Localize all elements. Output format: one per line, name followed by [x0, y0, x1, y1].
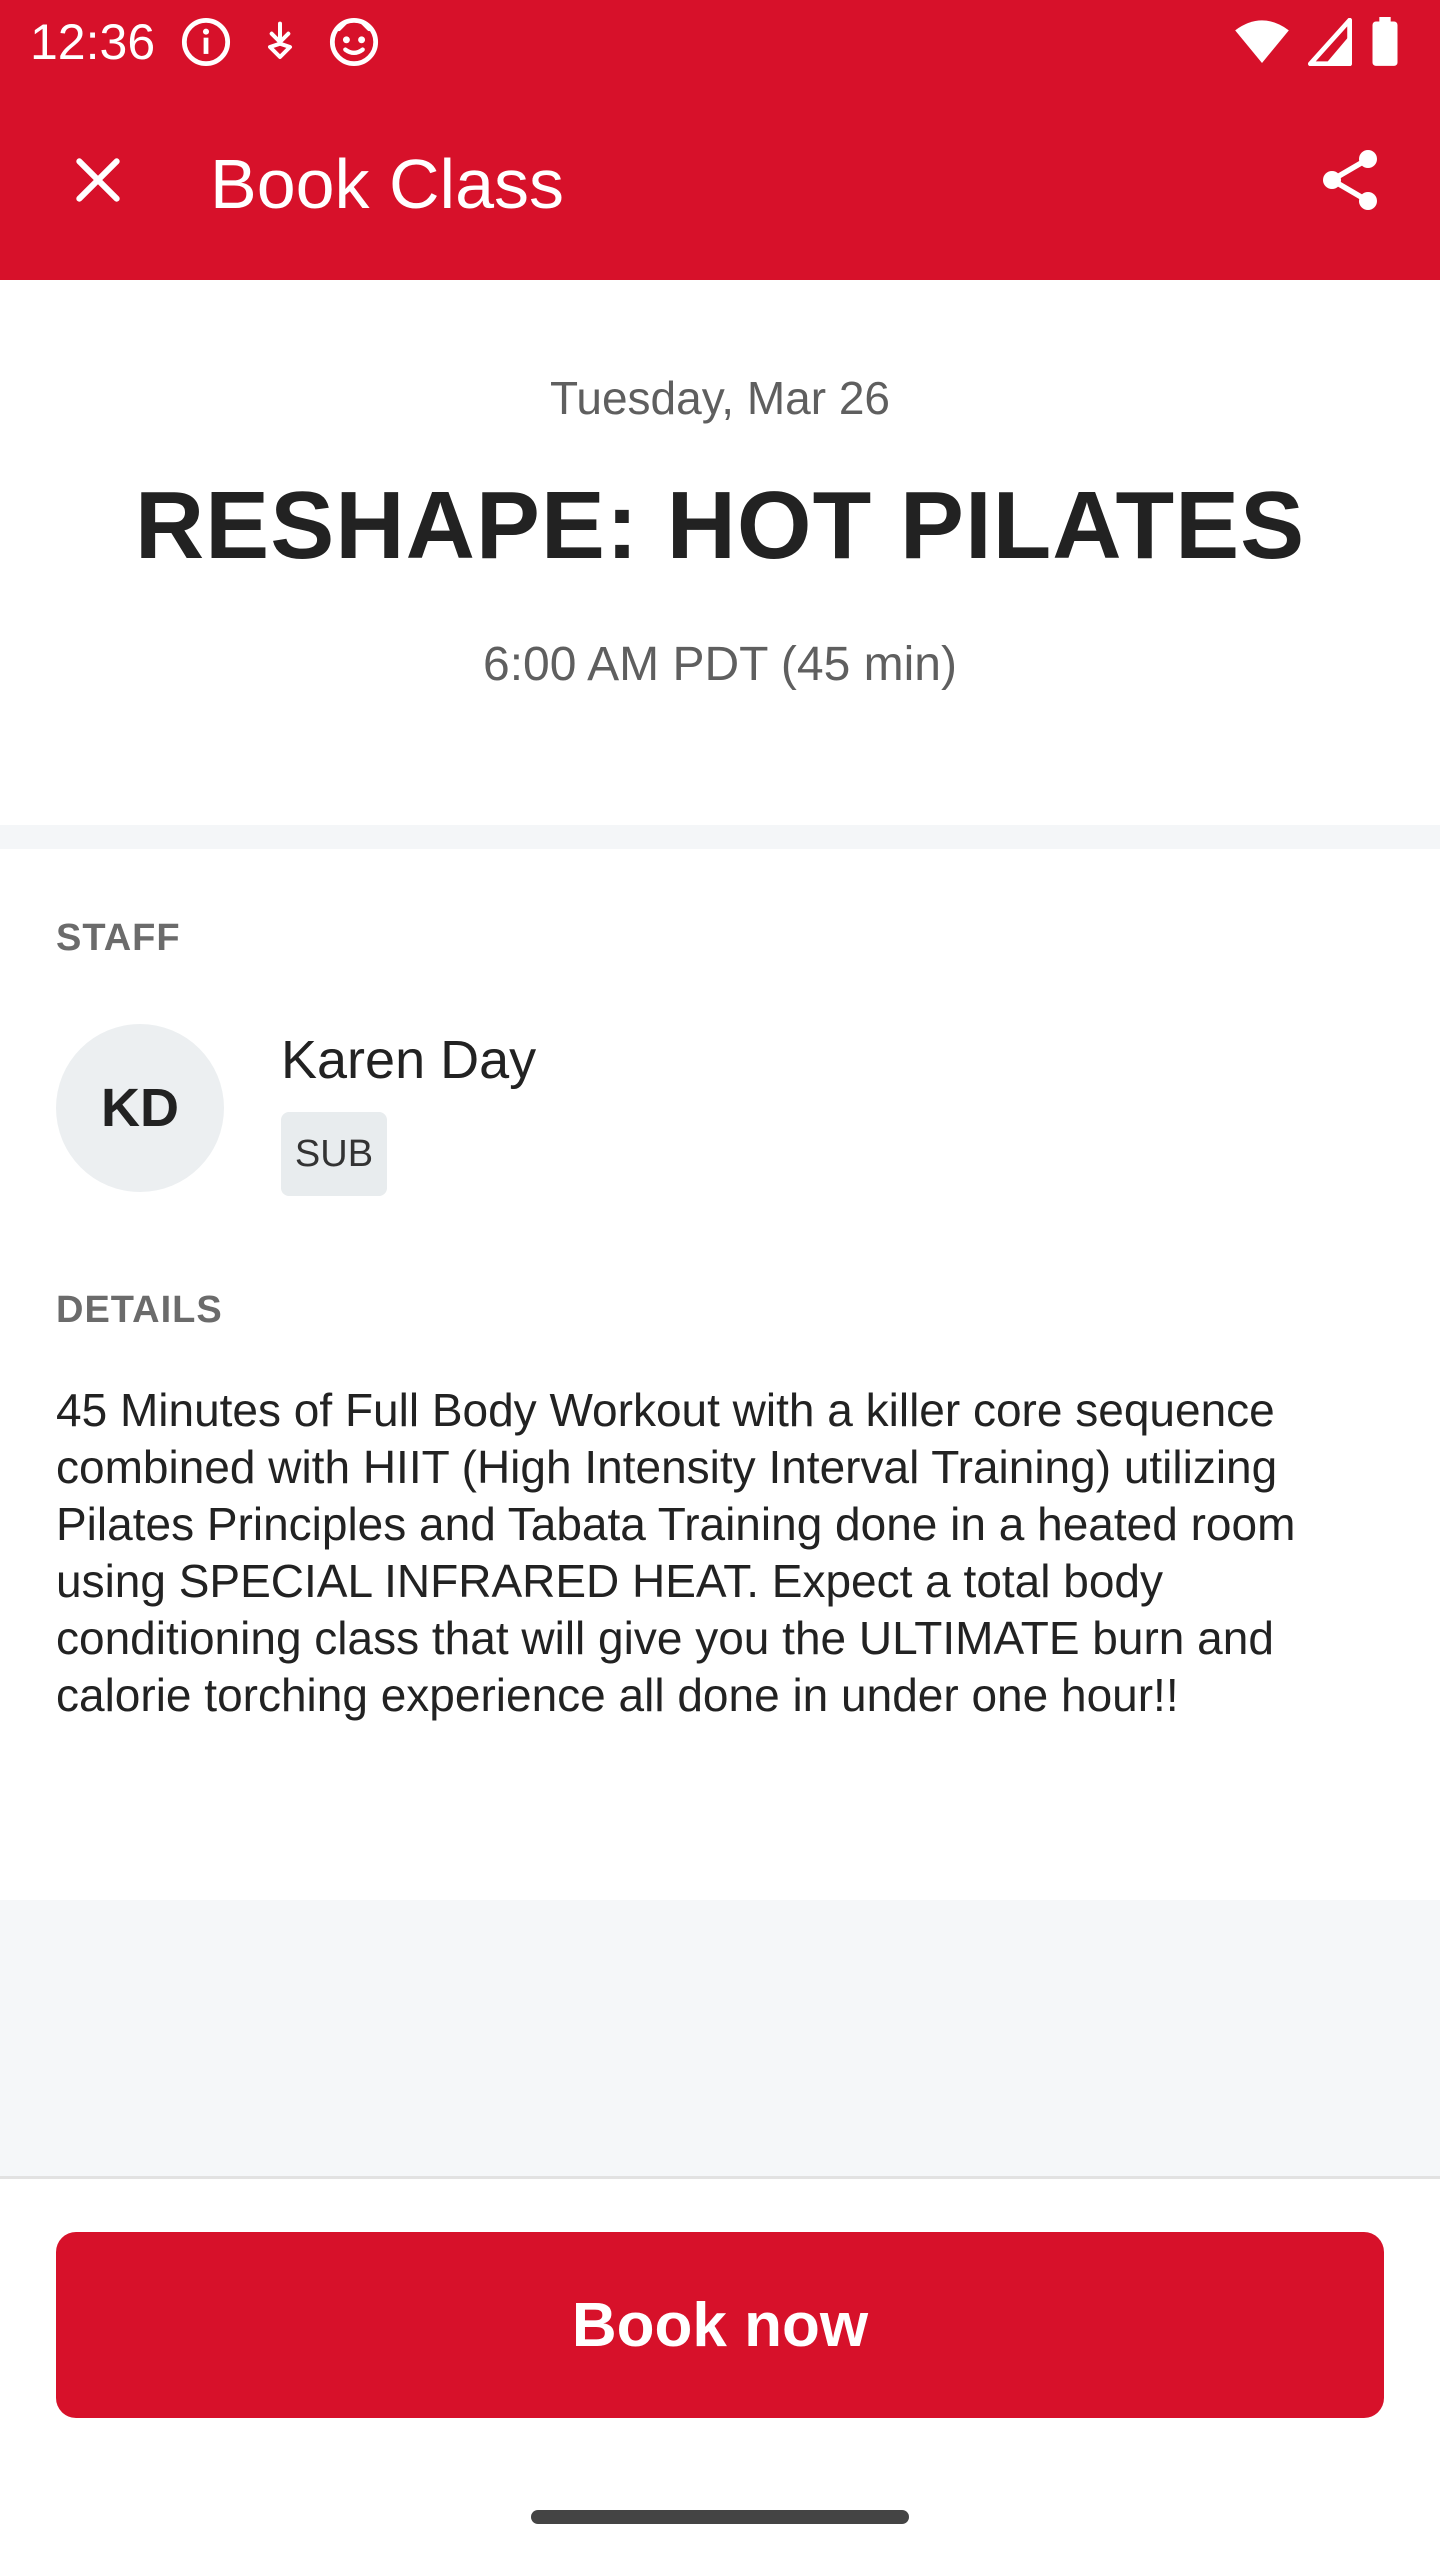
details-section-label: DETAILS [56, 1289, 223, 1331]
system-icons [1234, 16, 1400, 68]
page-title: Book Class [210, 145, 565, 223]
book-now-button[interactable]: Book now [56, 2232, 1384, 2418]
staff-card[interactable]: KD Karen Day SUB [56, 1022, 1356, 1196]
share-button[interactable] [1300, 132, 1400, 232]
footer-spacer [0, 1900, 1440, 2176]
wifi-icon [1234, 18, 1290, 66]
header: 12:36 Book Class [0, 0, 1440, 280]
status-bar: 12:36 [0, 0, 1440, 84]
avatar: KD [56, 1024, 224, 1192]
class-description: 45 Minutes of Full Body Workout with a k… [56, 1384, 1296, 1721]
face-notification-icon [328, 16, 380, 68]
sub-badge: SUB [281, 1112, 387, 1196]
notification-icons [180, 16, 380, 68]
class-title: RESHAPE: HOT PILATES [134, 472, 1306, 579]
class-time: 6:00 AM PDT (45 min) [483, 638, 957, 691]
home-indicator[interactable] [531, 2510, 909, 2524]
footer-divider [0, 2176, 1440, 2179]
class-summary: Tuesday, Mar 26 RESHAPE: HOT PILATES 6:0… [0, 280, 1440, 825]
download-notification-icon [260, 20, 300, 64]
close-button[interactable] [48, 132, 148, 232]
staff-name: Karen Day [281, 1030, 537, 1090]
staff-section-label: STAFF [56, 917, 181, 959]
section-divider [0, 825, 1440, 849]
status-time: 12:36 [30, 14, 156, 70]
close-icon [70, 152, 126, 213]
battery-icon [1370, 17, 1400, 67]
app-bar: Book Class [0, 84, 1440, 280]
cell-signal-icon [1308, 18, 1352, 66]
class-date: Tuesday, Mar 26 [549, 372, 891, 424]
share-icon [1314, 144, 1386, 221]
info-icon [180, 16, 232, 68]
